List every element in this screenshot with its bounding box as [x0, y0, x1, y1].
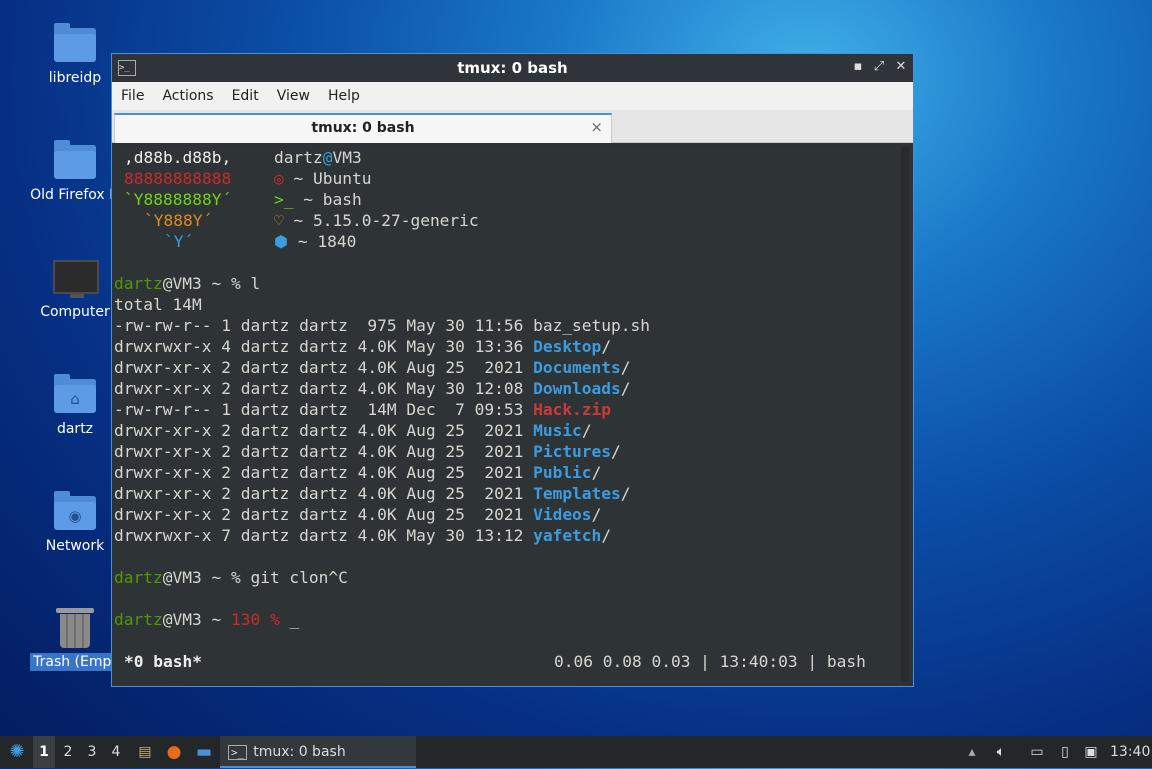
tab-bar: tmux: 0 bash ×: [112, 110, 913, 143]
network-folder-icon: ◉: [53, 491, 97, 532]
clipboard-icon[interactable]: ▯: [1054, 736, 1076, 768]
folder-icon: [53, 23, 97, 64]
trash-icon: [53, 608, 97, 648]
listing-row: drwxr-xr-x 2 dartz dartz 4.0K Aug 25 202…: [114, 421, 592, 440]
listing-row: -rw-rw-r-- 1 dartz dartz 975 May 30 11:5…: [114, 316, 651, 335]
fetch-row-kernel: ♡ ~ 5.15.0-27-generic: [274, 211, 479, 230]
terminal-output[interactable]: ,d88b.d88b, 88888888888 `Y8888888Y´ `Y88…: [114, 147, 909, 682]
shell-icon: >_: [274, 190, 294, 209]
tray-arrow-icon[interactable]: ▴: [962, 736, 982, 768]
workspace-2[interactable]: 2: [57, 736, 79, 768]
fetch-row-packages: ⬢ ~ 1840: [274, 232, 357, 251]
tab-tmux-bash[interactable]: tmux: 0 bash ×: [114, 113, 612, 143]
heart-icon: ♡: [274, 211, 284, 230]
listing-row: drwxr-xr-x 2 dartz dartz 4.0K Aug 25 202…: [114, 484, 631, 503]
fetch-art-line: ,d88b.d88b,: [124, 148, 232, 167]
workspace-1[interactable]: 1: [33, 736, 55, 768]
fetch-art-line: 88888888888: [124, 169, 232, 188]
listing-row: drwxr-xr-x 2 dartz dartz 4.0K May 30 12:…: [114, 379, 631, 398]
fetch-art-line: `Y´: [164, 232, 194, 251]
menu-view[interactable]: View: [268, 82, 319, 104]
tab-label: tmux: 0 bash: [311, 120, 415, 136]
fetch-art-line: `Y8888888Y´: [124, 190, 232, 209]
tmux-window-list: *0 bash*: [124, 652, 202, 671]
prompt-line: dartz@VM3 ~ % git clon^C: [114, 568, 348, 587]
folder-icon: [53, 140, 97, 181]
fetch-row-os: ◎ ~ Ubuntu: [274, 169, 372, 188]
listing-row: drwxr-xr-x 2 dartz dartz 4.0K Aug 25 202…: [114, 505, 602, 524]
tab-close-icon[interactable]: ×: [590, 118, 603, 136]
menu-file[interactable]: File: [112, 82, 153, 104]
tmux-status-right: 0.06 0.08 0.03 | 13:40:03 | bash: [554, 652, 866, 671]
minimize-icon[interactable]: ▪: [849, 58, 867, 76]
menubar: File Actions Edit View Help: [112, 82, 913, 110]
file-manager-icon[interactable]: ▤: [134, 736, 156, 768]
taskbar-task-tmux[interactable]: >_ tmux: 0 bash: [220, 736, 416, 768]
computer-icon: [53, 258, 99, 298]
listing-row: drwxr-xr-x 2 dartz dartz 4.0K Aug 25 202…: [114, 442, 621, 461]
taskbar: ✺ 1 2 3 4 ▤ ● ▬ >_ tmux: 0 bash ▴ 🔈︎ ▭ ▯ …: [0, 736, 1152, 768]
notification-icon[interactable]: ▣: [1080, 736, 1102, 768]
package-icon: ⬢: [274, 232, 289, 251]
menu-actions[interactable]: Actions: [153, 82, 222, 104]
os-icon: ◎: [274, 169, 284, 188]
listing-row: drwxr-xr-x 2 dartz dartz 4.0K Aug 25 202…: [114, 358, 631, 377]
show-desktop-icon[interactable]: ▬: [192, 736, 216, 768]
clock[interactable]: 13:40: [1110, 736, 1150, 768]
workspace-3[interactable]: 3: [81, 736, 103, 768]
output-total: total 14M: [114, 295, 202, 314]
window-title: tmux: 0 bash: [457, 59, 568, 77]
listing-row: drwxrwxr-x 7 dartz dartz 4.0K May 30 13:…: [114, 526, 612, 545]
maximize-icon[interactable]: ⤢: [870, 58, 888, 76]
firefox-icon[interactable]: ●: [163, 736, 185, 768]
fetch-art-line: `Y888Y´: [144, 211, 213, 230]
volume-icon[interactable]: 🔈︎: [990, 736, 1012, 768]
prompt-line: dartz@VM3 ~ % l: [114, 274, 261, 293]
window-titlebar[interactable]: >_ tmux: 0 bash ▪ ⤢ ✕: [112, 54, 913, 82]
menu-help[interactable]: Help: [319, 82, 369, 104]
terminal-window[interactable]: >_ tmux: 0 bash ▪ ⤢ ✕ File Actions Edit Vie…: [111, 53, 914, 687]
home-folder-icon: ⌂: [53, 374, 97, 415]
desktop-icon-label: Trash (Empt: [30, 653, 120, 671]
fetch-user-host: dartz@VM3: [274, 148, 362, 167]
fetch-row-shell: >_ ~ bash: [274, 190, 362, 209]
network-icon[interactable]: ▭: [1026, 736, 1048, 768]
listing-row: drwxr-xr-x 2 dartz dartz 4.0K Aug 25 202…: [114, 463, 602, 482]
close-icon[interactable]: ✕: [892, 58, 910, 76]
prompt-line-current: dartz@VM3 ~ 130 % _: [114, 610, 300, 629]
start-menu-icon[interactable]: ✺: [4, 736, 30, 768]
listing-row: drwxrwxr-x 4 dartz dartz 4.0K May 30 13:…: [114, 337, 612, 356]
task-label: tmux: 0 bash: [253, 744, 346, 760]
cursor: _: [289, 610, 300, 629]
menu-edit[interactable]: Edit: [223, 82, 268, 104]
workspace-4[interactable]: 4: [105, 736, 127, 768]
exit-code: 130 %: [230, 610, 280, 629]
listing-row: -rw-rw-r-- 1 dartz dartz 14M Dec 7 09:53…: [114, 400, 612, 419]
terminal-icon: >_: [228, 745, 248, 760]
terminal-scrollbar[interactable]: [901, 147, 909, 682]
